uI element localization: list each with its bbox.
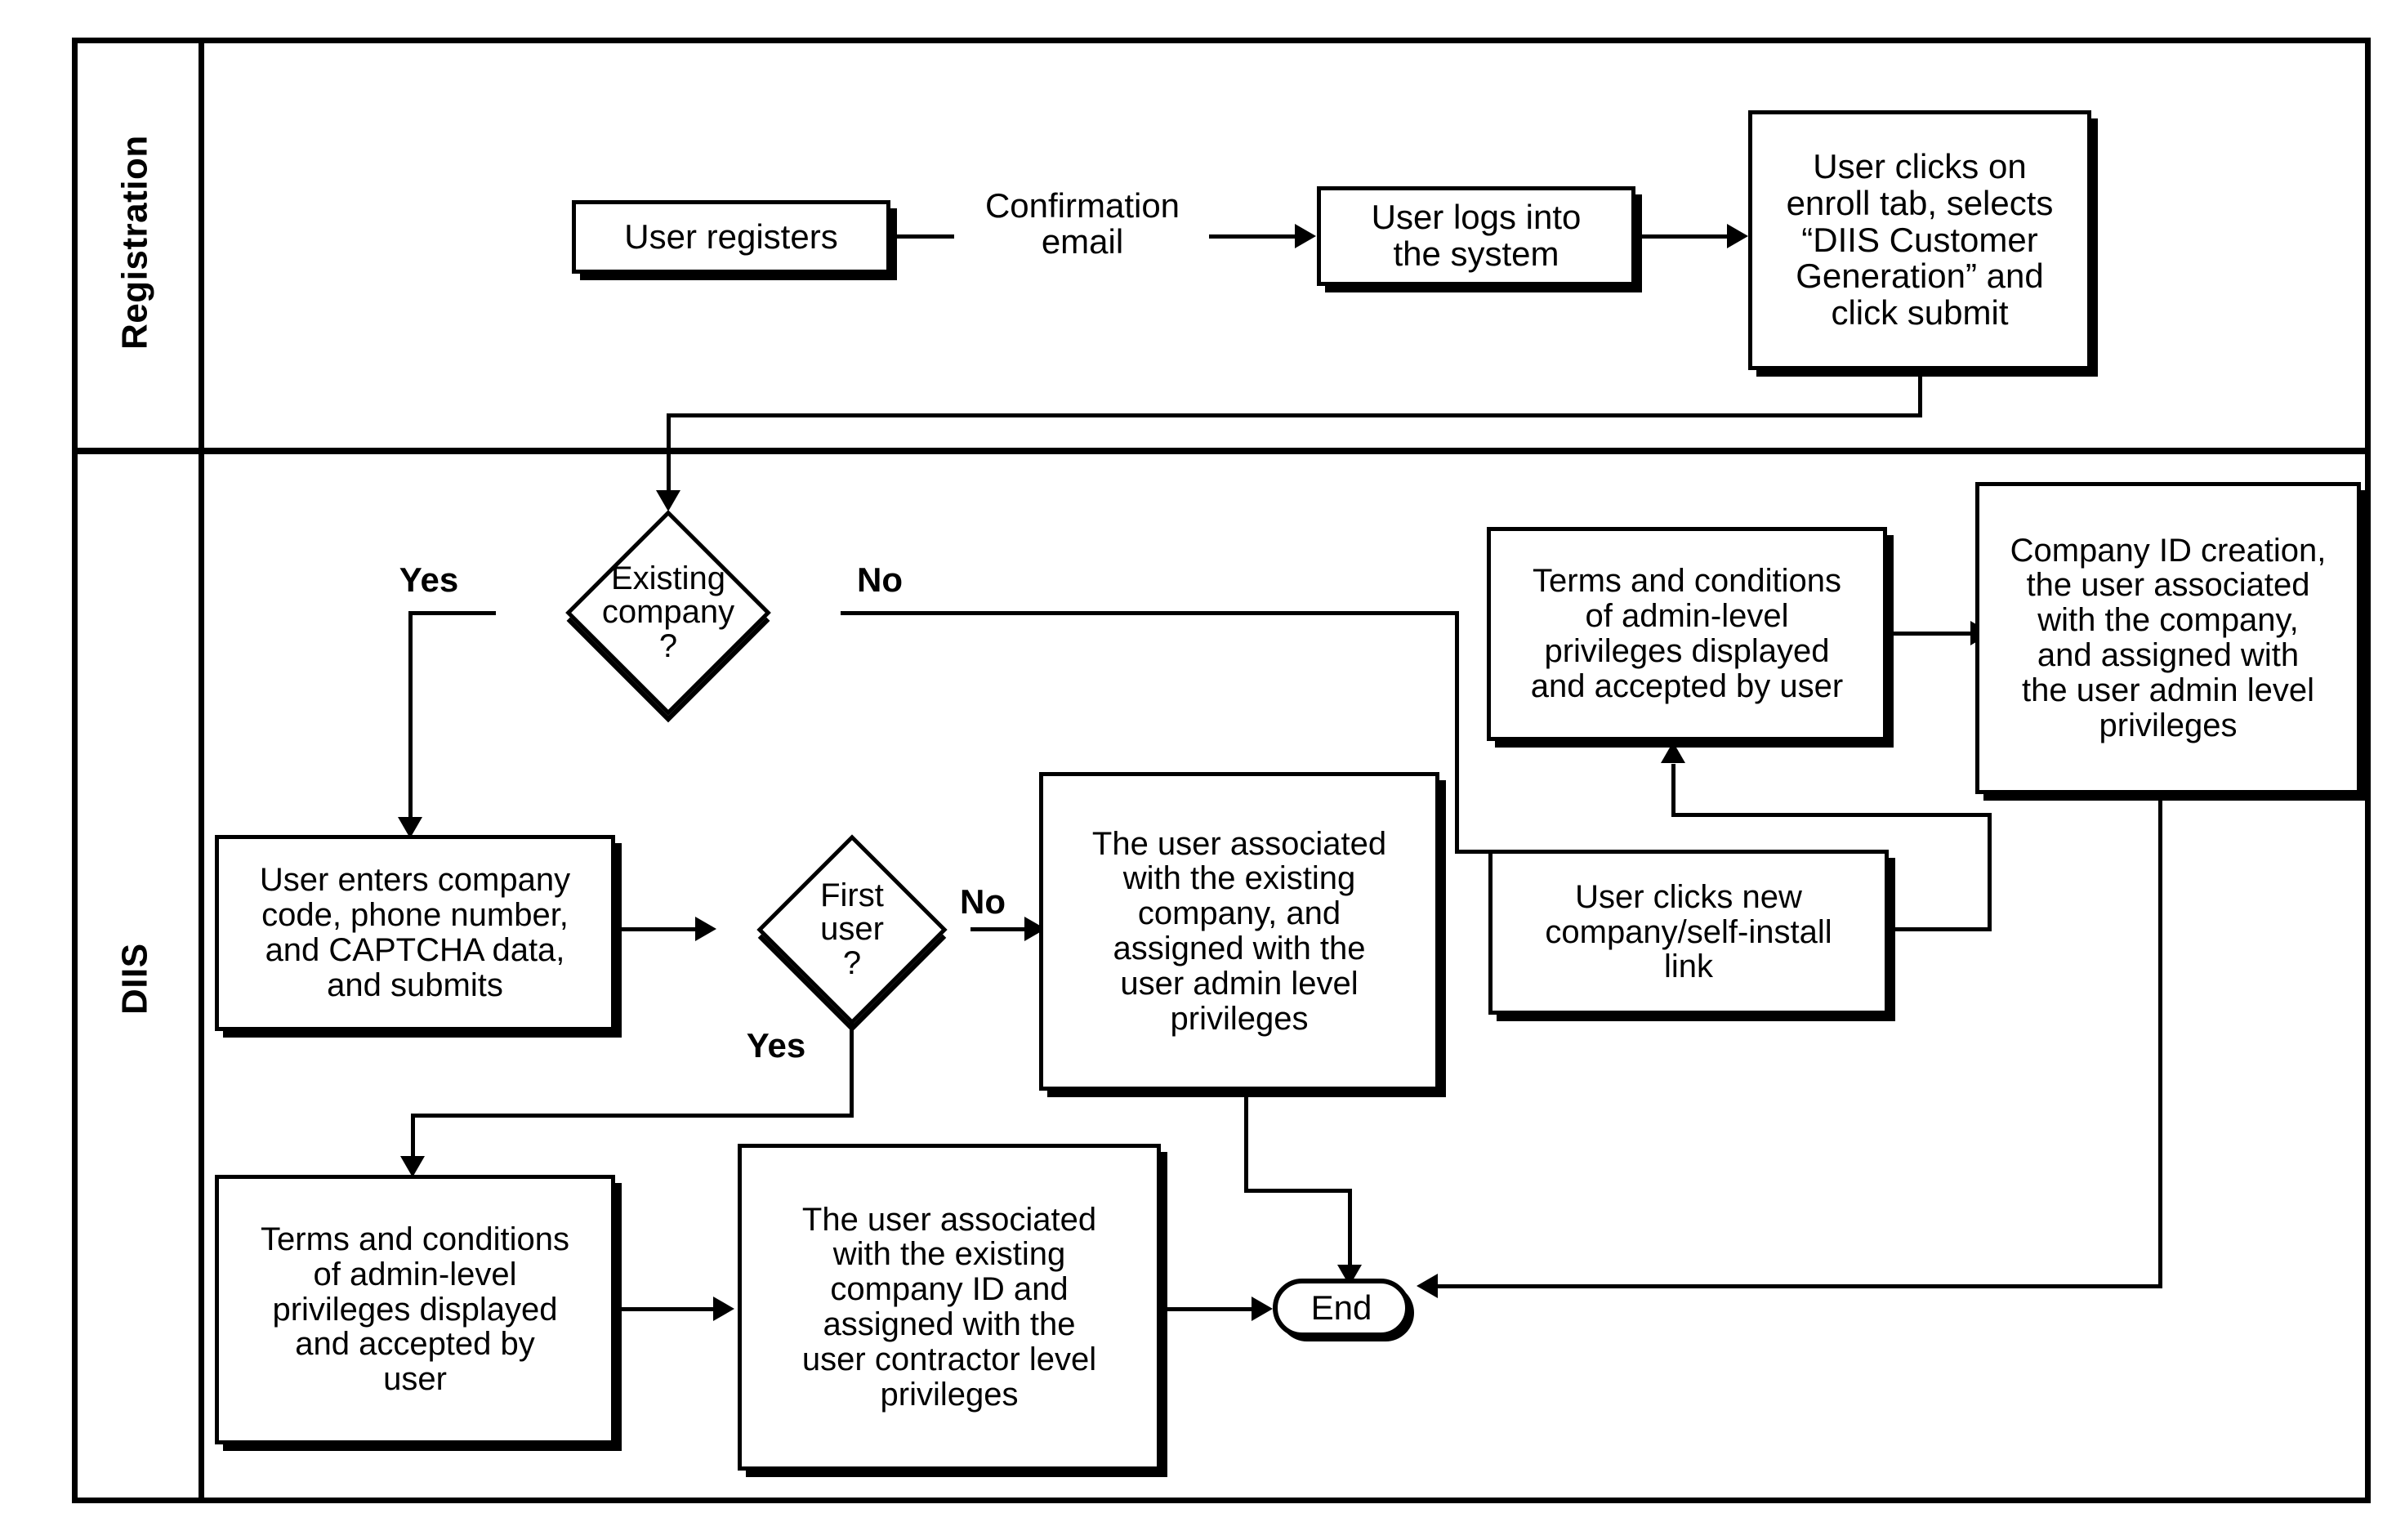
connector-newlink-right bbox=[1887, 927, 1992, 931]
connector-enroll-down bbox=[1918, 370, 1922, 417]
connector-login-to-enroll bbox=[1635, 234, 1727, 239]
edge-label-confirmation-email: Confirmation email bbox=[984, 186, 1180, 261]
node-assoc-admin-label: The user associated with the existing co… bbox=[1091, 825, 1387, 1037]
node-existing-company[interactable]: Existing company ? bbox=[468, 507, 868, 719]
connector-assocadmin-right bbox=[1244, 1189, 1352, 1193]
connector-newlink-into-terms bbox=[1671, 764, 1675, 815]
connector-firstuser-yes-left bbox=[411, 1114, 854, 1118]
node-assoc-admin[interactable]: The user associated with the existing co… bbox=[1039, 772, 1439, 1091]
lane-label-registration: Registration bbox=[114, 135, 155, 350]
arrowhead-to-terms-right bbox=[1661, 742, 1685, 763]
connector-companyid-down bbox=[2158, 794, 2162, 1288]
node-first-user[interactable]: First user ? bbox=[701, 832, 1003, 1028]
connector-assocadmin-down bbox=[1244, 1091, 1248, 1193]
node-terms-right[interactable]: Terms and conditions of admin-level priv… bbox=[1487, 527, 1887, 741]
flowchart-canvas: Registration DIIS User registers Confirm… bbox=[0, 0, 2405, 1540]
arrowhead-to-assoc-contractor bbox=[713, 1297, 734, 1321]
node-enter-company-code-label: User enters company code, phone number, … bbox=[259, 862, 571, 1003]
lane-divider-vertical bbox=[199, 38, 204, 1503]
node-new-company-link-label: User clicks new company/self-install lin… bbox=[1545, 878, 1832, 985]
connector-companyid-left-to-end bbox=[1438, 1284, 2162, 1288]
node-user-logs-in[interactable]: User logs into the system bbox=[1317, 186, 1635, 286]
first-user-diamond-shape bbox=[756, 834, 948, 1025]
connector-registers-to-label bbox=[890, 234, 954, 239]
edge-label-first-user-no: No bbox=[960, 882, 1006, 921]
node-end-label: End bbox=[1310, 1288, 1372, 1327]
connector-enroll-left bbox=[667, 413, 1922, 417]
node-enroll-tab[interactable]: User clicks on enroll tab, selects “DIIS… bbox=[1748, 110, 2091, 370]
arrowhead-contractor-to-end bbox=[1252, 1297, 1273, 1321]
edge-label-first-user-yes: Yes bbox=[746, 1026, 806, 1065]
existing-company-diamond-shape bbox=[565, 510, 771, 716]
connector-newlink-up bbox=[1988, 813, 1992, 931]
connector-assocadmin-to-end bbox=[1348, 1189, 1352, 1270]
node-enroll-tab-label: User clicks on enroll tab, selects “DIIS… bbox=[1786, 146, 2054, 333]
lane-divider-horizontal bbox=[72, 448, 2371, 454]
node-company-id-creation-label: Company ID creation, the user associated… bbox=[2010, 532, 2327, 743]
connector-firstuser-yes-to-terms bbox=[411, 1114, 415, 1163]
edge-label-existing-company-no: No bbox=[857, 560, 903, 599]
node-new-company-link[interactable]: User clicks new company/self-install lin… bbox=[1488, 850, 1889, 1015]
connector-terms-to-companyid bbox=[1887, 632, 1973, 636]
node-user-logs-in-label: User logs into the system bbox=[1371, 198, 1582, 273]
node-terms-left[interactable]: Terms and conditions of admin-level priv… bbox=[215, 1175, 615, 1444]
connector-contractor-to-end bbox=[1161, 1307, 1255, 1311]
node-assoc-contractor[interactable]: The user associated with the existing co… bbox=[738, 1144, 1161, 1471]
connector-existing-no-right bbox=[841, 611, 1459, 615]
edge-label-existing-company-yes: Yes bbox=[399, 560, 459, 599]
node-user-registers[interactable]: User registers bbox=[572, 200, 890, 274]
connector-label-to-login bbox=[1209, 234, 1295, 239]
connector-existing-no-down bbox=[1455, 611, 1459, 854]
node-enter-company-code[interactable]: User enters company code, phone number, … bbox=[215, 835, 615, 1031]
node-terms-left-label: Terms and conditions of admin-level priv… bbox=[261, 1221, 569, 1398]
node-user-registers-label: User registers bbox=[624, 216, 838, 256]
arrowhead-companyid-to-end bbox=[1417, 1274, 1438, 1298]
connector-to-existing-company bbox=[667, 413, 671, 495]
lane-label-diis: DIIS bbox=[114, 943, 155, 1015]
node-company-id-creation[interactable]: Company ID creation, the user associated… bbox=[1975, 482, 2361, 794]
connector-existing-yes-left bbox=[408, 611, 496, 615]
connector-firstuser-yes-down bbox=[850, 1020, 854, 1118]
connector-code-to-firstuser bbox=[615, 927, 695, 931]
arrowhead-to-enroll-tab bbox=[1727, 224, 1748, 248]
connector-newlink-back-left bbox=[1671, 813, 1992, 817]
node-terms-right-label: Terms and conditions of admin-level priv… bbox=[1530, 563, 1844, 704]
arrowhead-to-user-logs-in bbox=[1295, 224, 1316, 248]
connector-termsleft-to-contractor bbox=[615, 1307, 713, 1311]
node-end[interactable]: End bbox=[1273, 1279, 1410, 1337]
connector-existing-yes-down bbox=[408, 611, 413, 824]
node-assoc-contractor-label: The user associated with the existing co… bbox=[801, 1201, 1097, 1413]
